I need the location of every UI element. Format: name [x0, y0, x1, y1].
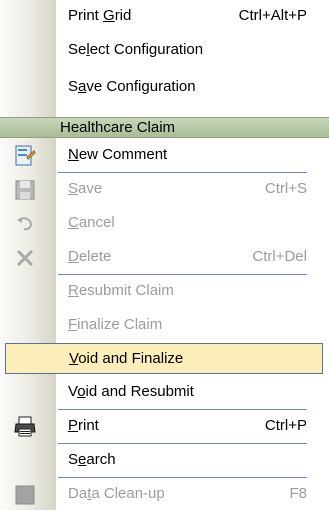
- menu-item-label: New Comment: [68, 146, 168, 163]
- data-cleanup-icon: [15, 485, 35, 505]
- context-menu: Print Grid Ctrl+Alt+P Select Configurati…: [0, 0, 329, 510]
- save-icon: [15, 180, 35, 200]
- menu-item-resubmit-claim[interactable]: Resubmit Claim: [0, 275, 329, 309]
- menu-item-search[interactable]: Search: [0, 444, 329, 478]
- printer-icon: [14, 416, 36, 437]
- menu-item-cancel[interactable]: Cancel: [0, 207, 329, 241]
- menu-item-finalize-claim[interactable]: Finalize Claim: [0, 309, 329, 343]
- menu-item-label: Cancel: [68, 214, 115, 231]
- menu-item-label: Print: [68, 417, 99, 434]
- menu-item-void-and-resubmit[interactable]: Void and Resubmit: [0, 376, 329, 410]
- menu-item-print-grid[interactable]: Print Grid Ctrl+Alt+P: [0, 0, 329, 34]
- undo-icon: [17, 217, 33, 231]
- menu-item-shortcut: Ctrl+S: [264, 180, 307, 197]
- new-comment-icon: [15, 145, 36, 166]
- menu-item-label: Void and Finalize: [69, 350, 184, 367]
- menu-item-print[interactable]: Print Ctrl+P: [0, 410, 329, 444]
- menu-item-shortcut: F8: [289, 485, 307, 502]
- menu-item-label: Resubmit Claim: [68, 282, 174, 299]
- section-header-label: Healthcare Claim: [60, 119, 176, 136]
- menu-item-label: Save Configuration: [68, 78, 196, 95]
- menu-item-shortcut: Ctrl+Del: [252, 248, 307, 265]
- menu-item-select-configuration[interactable]: Select Configuration: [0, 40, 329, 74]
- menu-item-label: Search: [68, 451, 116, 468]
- menu-item-new-comment[interactable]: New Comment: [0, 139, 329, 173]
- menu-item-label: Select Configuration: [68, 41, 204, 58]
- menu-item-shortcut: Ctrl+Alt+P: [238, 7, 307, 24]
- menu-item-save-configuration[interactable]: Save Configuration: [0, 74, 329, 108]
- delete-icon: [16, 249, 34, 267]
- menu-item-label: Delete: [68, 248, 112, 265]
- menu-item-delete[interactable]: Delete Ctrl+Del: [0, 241, 329, 275]
- menu-item-label: Void and Resubmit: [68, 383, 194, 400]
- menu-item-data-clean-up[interactable]: Data Clean-up F8: [0, 478, 329, 512]
- menu-item-label: Print Grid: [68, 7, 132, 24]
- menu-item-label: Data Clean-up: [68, 485, 165, 502]
- menu-item-label: Finalize Claim: [68, 316, 163, 333]
- menu-item-void-and-finalize[interactable]: Void and Finalize: [5, 343, 323, 374]
- section-header: Healthcare Claim: [0, 117, 329, 138]
- menu-item-shortcut: Ctrl+P: [264, 417, 307, 434]
- menu-item-save[interactable]: Save Ctrl+S: [0, 173, 329, 207]
- menu-item-label: Save: [68, 180, 103, 197]
